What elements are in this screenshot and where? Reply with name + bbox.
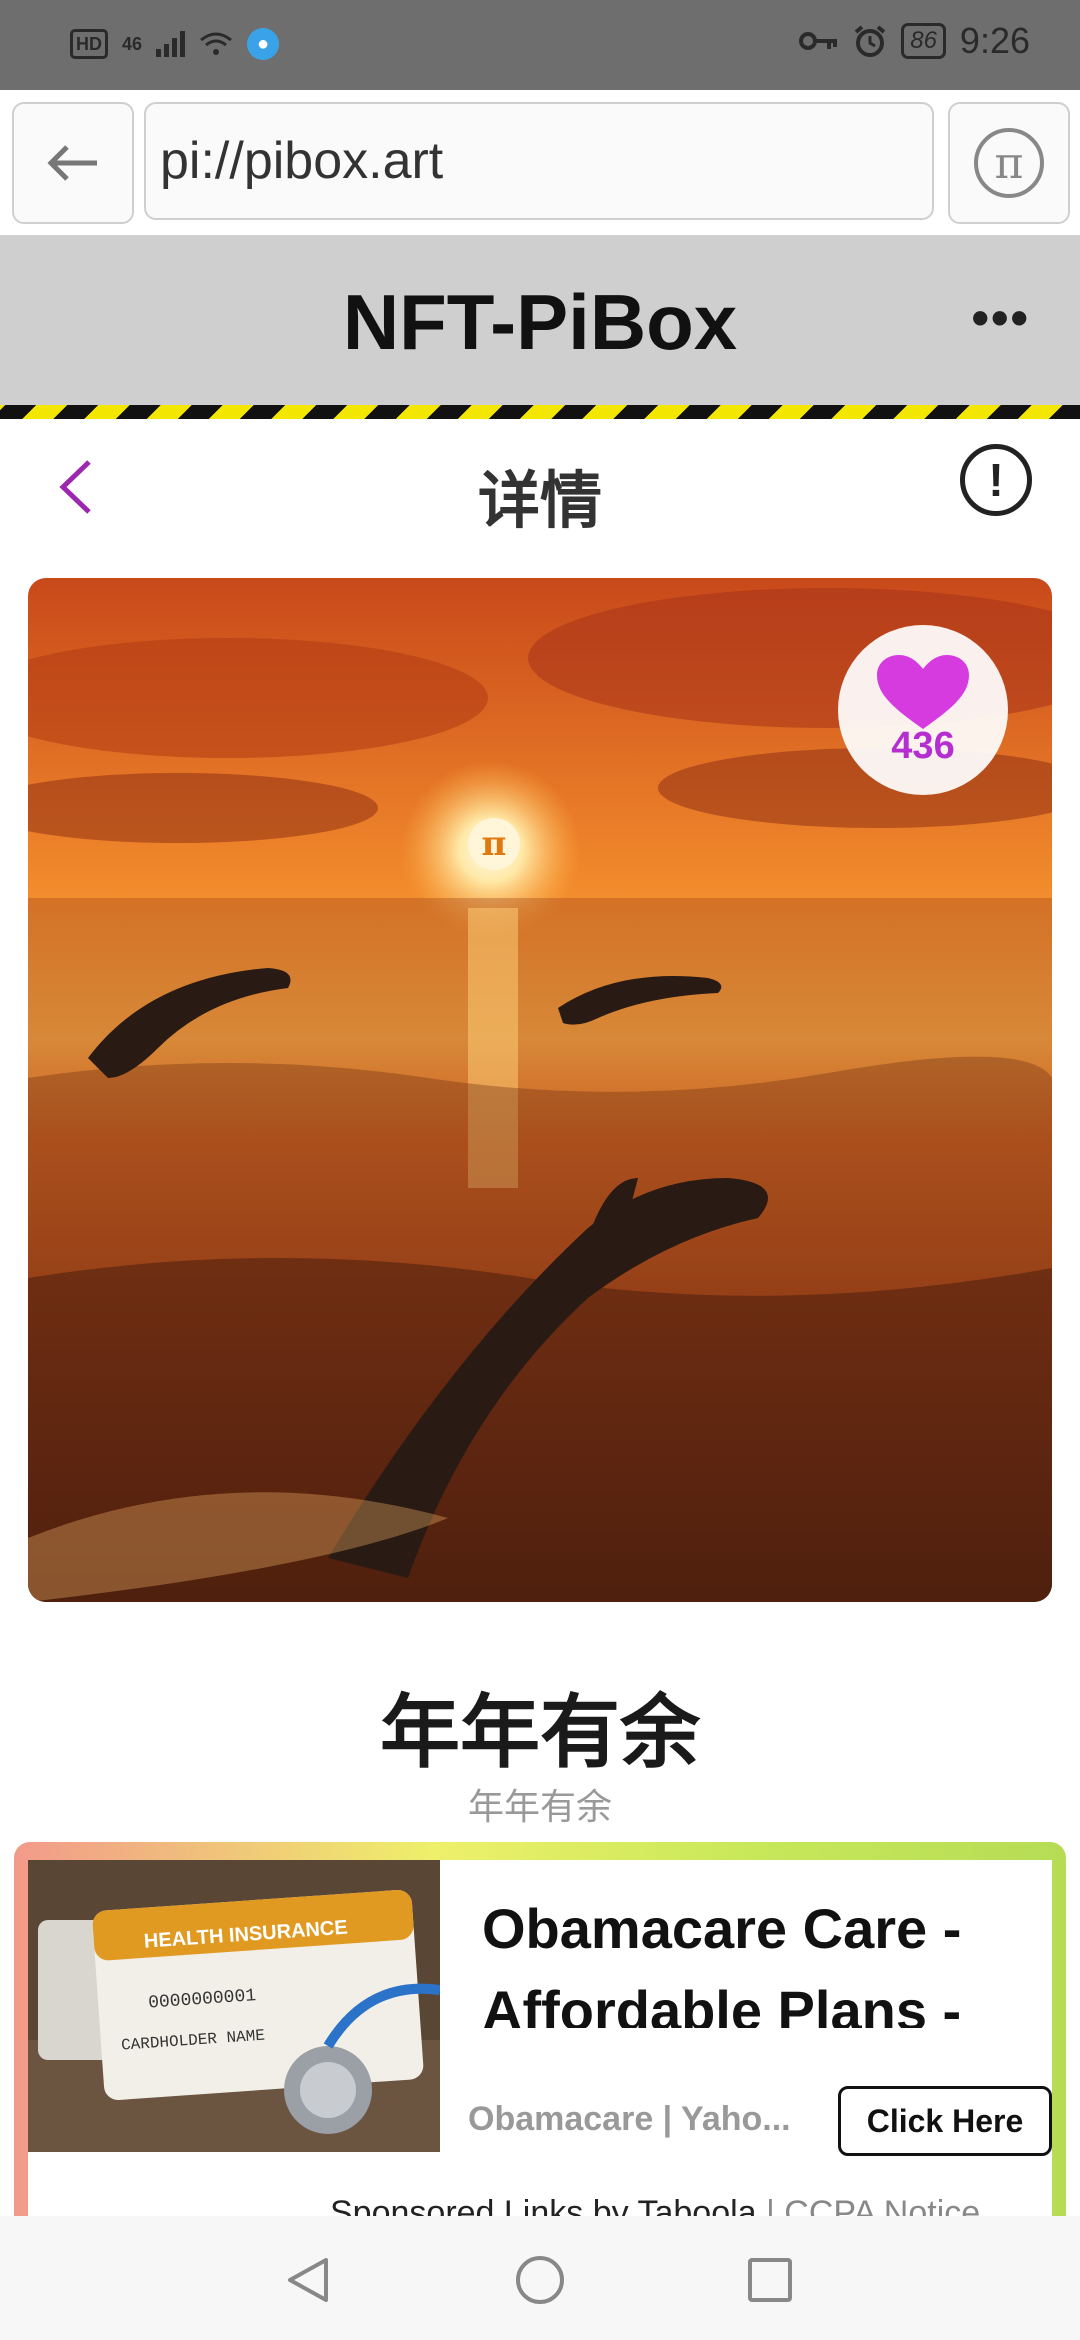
page-nav: 详情 ! <box>0 430 1080 540</box>
hd-indicator: HD <box>70 29 108 59</box>
like-count: 436 <box>891 724 955 767</box>
url-field[interactable]: pi://pibox.art <box>144 102 934 220</box>
network-type: 46 <box>122 33 143 54</box>
like-button[interactable]: 436 <box>838 625 1008 795</box>
alarm-icon <box>854 25 886 57</box>
heart-icon <box>877 654 969 729</box>
page-title: 详情 <box>477 467 602 536</box>
hazard-stripe <box>0 405 1080 419</box>
sponsored-ad[interactable]: HEALTH INSURANCE 0000000001 CARDHOLDER N… <box>14 1842 1066 2250</box>
ad-cta-button[interactable]: Click Here <box>838 2086 1052 2156</box>
home-circle-icon[interactable] <box>514 2254 566 2306</box>
system-nav-bar <box>0 2216 1080 2340</box>
wifi-icon <box>200 32 232 55</box>
ad-image[interactable]: HEALTH INSURANCE 0000000001 CARDHOLDER N… <box>28 1860 440 2152</box>
pi-logo-icon: π <box>974 128 1044 198</box>
app-notification-icon: ● <box>247 28 280 60</box>
arrow-left-icon <box>47 145 97 181</box>
recents-square-icon[interactable] <box>744 2254 796 2306</box>
ad-source[interactable]: Obamacare | Yaho... <box>468 2100 828 2139</box>
nft-subtitle: 年年有余 <box>467 1786 612 1827</box>
battery-icon: 86 <box>901 23 946 59</box>
signal-icon <box>156 31 186 57</box>
pi-coin-icon: π <box>468 818 520 870</box>
report-info-icon[interactable]: ! <box>960 444 1032 516</box>
pi-browser-button[interactable]: π <box>948 102 1070 224</box>
status-right: 86 9:26 <box>799 20 1030 62</box>
back-triangle-icon[interactable] <box>282 2254 334 2306</box>
ad-card[interactable]: HEALTH INSURANCE 0000000001 CARDHOLDER N… <box>28 1860 1052 2250</box>
status-left: HD 46 ● <box>70 28 280 60</box>
clock: 9:26 <box>959 20 1030 61</box>
browser-back-button[interactable] <box>12 102 134 224</box>
app-header: NFT-PiBox ••• <box>0 235 1080 405</box>
ad-headline[interactable]: Obamacare Care - Affordable Plans - Sear… <box>482 1888 1062 2028</box>
key-icon <box>799 32 838 50</box>
status-bar: HD 46 ● 86 9:26 <box>0 0 1080 90</box>
more-menu-icon[interactable]: ••• <box>971 293 1030 343</box>
app-title: NFT-PiBox <box>342 278 738 366</box>
browser-bar: pi://pibox.art π <box>0 90 1080 235</box>
nft-title: 年年有余 <box>380 1688 700 1777</box>
